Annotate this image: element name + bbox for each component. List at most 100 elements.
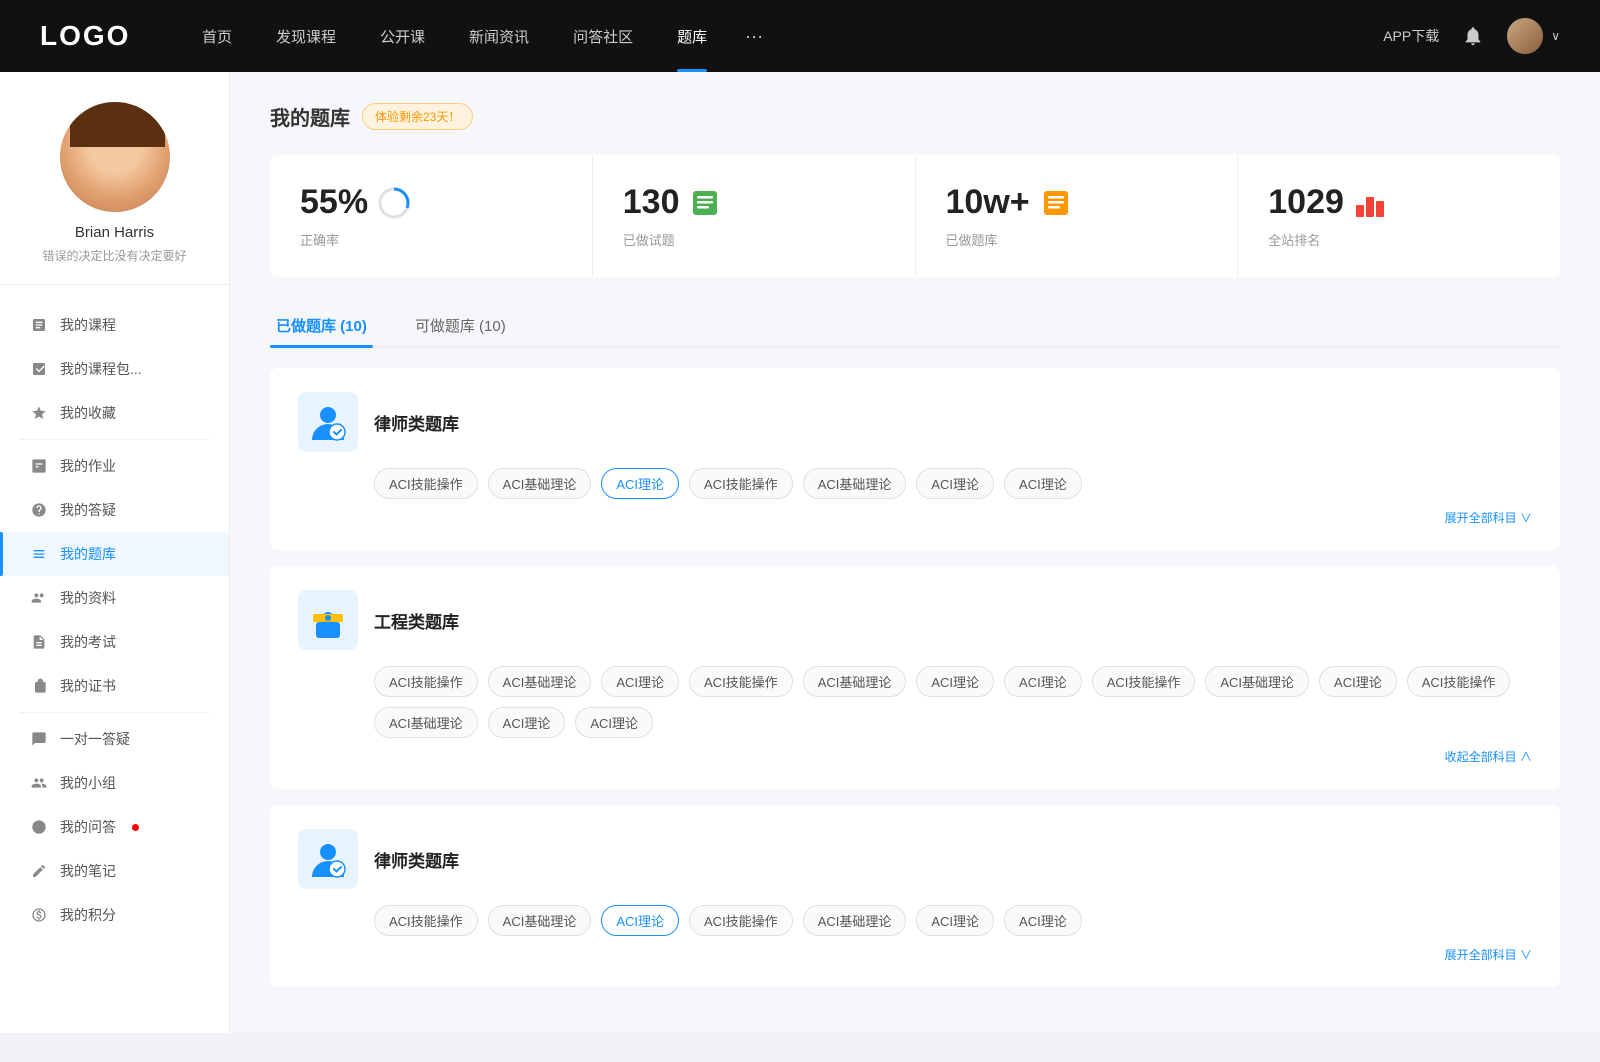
sidebar-item-points[interactable]: 我的积分 — [0, 893, 229, 937]
trial-badge: 体验剩余23天！ — [362, 103, 473, 130]
user-menu-chevron: ∨ — [1551, 29, 1560, 43]
sidebar-item-homework[interactable]: 我的作业 — [0, 444, 229, 488]
qb-title-3: 律师类题库 — [374, 847, 459, 872]
user-name: Brian Harris — [75, 224, 154, 241]
nav-qa[interactable]: 问答社区 — [551, 0, 655, 72]
tag-2-12[interactable]: ACI理论 — [488, 707, 566, 738]
tag-2-5[interactable]: ACI理论 — [916, 666, 994, 697]
tag-1-5[interactable]: ACI理论 — [916, 468, 994, 499]
sidebar-item-bank[interactable]: 我的题库 — [0, 532, 229, 576]
nav-home[interactable]: 首页 — [180, 0, 254, 72]
qb-expand-3[interactable]: 展开全部科目 ∨ — [298, 946, 1532, 963]
engineer-icon — [298, 590, 358, 650]
questions-icon — [689, 187, 721, 219]
sidebar-menu: 我的课程 我的课程包... 我的收藏 我的作业 — [0, 295, 229, 945]
sidebar-item-qa2[interactable]: 我的问答 — [0, 805, 229, 849]
qb-title-1: 律师类题库 — [374, 410, 459, 435]
tag-3-0[interactable]: ACI技能操作 — [374, 905, 478, 936]
tag-2-1[interactable]: ACI基础理论 — [488, 666, 592, 697]
sidebar: Brian Harris 错误的决定比没有决定要好 我的课程 我的课程包... — [0, 72, 230, 1033]
rank-icon — [1354, 187, 1386, 219]
qa2-dot — [132, 824, 139, 831]
tab-done[interactable]: 已做题库 (10) — [270, 305, 373, 346]
tag-2-4[interactable]: ACI基础理论 — [803, 666, 907, 697]
sidebar-label-notes: 我的笔记 — [60, 861, 116, 881]
material-icon — [30, 589, 48, 607]
sidebar-item-group[interactable]: 我的小组 — [0, 761, 229, 805]
tag-1-0[interactable]: ACI技能操作 — [374, 468, 478, 499]
menu-divider-2 — [20, 712, 209, 713]
page-title: 我的题库 — [270, 102, 350, 131]
qb-expand-1[interactable]: 展开全部科目 ∨ — [298, 509, 1532, 526]
qb-tags-3: ACI技能操作 ACI基础理论 ACI理论 ACI技能操作 ACI基础理论 AC… — [298, 905, 1532, 936]
tabs: 已做题库 (10) 可做题库 (10) — [270, 305, 1560, 348]
user-profile: Brian Harris 错误的决定比没有决定要好 — [0, 102, 229, 285]
stat-rank: 1029 全站排名 — [1238, 155, 1560, 277]
tag-2-9[interactable]: ACI理论 — [1319, 666, 1397, 697]
tag-2-7[interactable]: ACI技能操作 — [1092, 666, 1196, 697]
sidebar-item-notes[interactable]: 我的笔记 — [0, 849, 229, 893]
sidebar-item-package[interactable]: 我的课程包... — [0, 347, 229, 391]
user-avatar — [60, 102, 170, 212]
tag-2-0[interactable]: ACI技能操作 — [374, 666, 478, 697]
tag-3-1[interactable]: ACI基础理论 — [488, 905, 592, 936]
stat-accuracy-label: 正确率 — [300, 230, 562, 249]
homework-icon — [30, 457, 48, 475]
tag-3-6[interactable]: ACI理论 — [1004, 905, 1082, 936]
sidebar-item-favorites[interactable]: 我的收藏 — [0, 391, 229, 435]
logo: LOGO — [40, 20, 140, 52]
tag-1-4[interactable]: ACI基础理论 — [803, 468, 907, 499]
qb-title-2: 工程类题库 — [374, 608, 459, 633]
notification-bell[interactable] — [1459, 22, 1487, 50]
sidebar-label-exam: 我的考试 — [60, 632, 116, 652]
sidebar-item-qa[interactable]: 我的答疑 — [0, 488, 229, 532]
user-menu[interactable]: ∨ — [1507, 18, 1560, 54]
tag-2-10[interactable]: ACI技能操作 — [1407, 666, 1511, 697]
nav-open-course[interactable]: 公开课 — [358, 0, 447, 72]
tag-3-2[interactable]: ACI理论 — [601, 905, 679, 936]
nav-news[interactable]: 新闻资讯 — [447, 0, 551, 72]
qb-expand-2[interactable]: 收起全部科目 ∧ — [298, 748, 1532, 765]
nav-discover[interactable]: 发现课程 — [254, 0, 358, 72]
stat-done-banks-label: 已做题库 — [946, 230, 1208, 249]
lawyer-icon-2 — [298, 829, 358, 889]
nav-bank[interactable]: 题库 — [655, 0, 729, 72]
tag-2-6[interactable]: ACI理论 — [1004, 666, 1082, 697]
sidebar-item-oneone[interactable]: 一对一答疑 — [0, 717, 229, 761]
nav-more[interactable]: ··· — [729, 26, 779, 47]
app-download-button[interactable]: APP下载 — [1383, 26, 1439, 46]
tag-3-4[interactable]: ACI基础理论 — [803, 905, 907, 936]
header: LOGO 首页 发现课程 公开课 新闻资讯 问答社区 题库 ··· APP下载 … — [0, 0, 1600, 72]
qa-icon — [30, 501, 48, 519]
tag-3-3[interactable]: ACI技能操作 — [689, 905, 793, 936]
tag-1-1[interactable]: ACI基础理论 — [488, 468, 592, 499]
sidebar-item-cert[interactable]: 我的证书 — [0, 664, 229, 708]
sidebar-item-material[interactable]: 我的资料 — [0, 576, 229, 620]
stat-accuracy: 55% 正确率 — [270, 155, 593, 277]
tag-1-6[interactable]: ACI理论 — [1004, 468, 1082, 499]
tag-2-11[interactable]: ACI基础理论 — [374, 707, 478, 738]
stat-done-banks-value: 10w+ — [946, 183, 1030, 222]
tag-2-2[interactable]: ACI理论 — [601, 666, 679, 697]
stats-bar: 55% 正确率 130 — [270, 155, 1560, 277]
sidebar-item-course[interactable]: 我的课程 — [0, 303, 229, 347]
tag-1-3[interactable]: ACI技能操作 — [689, 468, 793, 499]
tag-2-8[interactable]: ACI基础理论 — [1205, 666, 1309, 697]
stat-rank-value: 1029 — [1268, 183, 1344, 222]
qa2-icon — [30, 818, 48, 836]
sidebar-item-exam[interactable]: 我的考试 — [0, 620, 229, 664]
package-icon — [30, 360, 48, 378]
menu-divider-1 — [20, 439, 209, 440]
note-icon — [30, 862, 48, 880]
stat-rank-label: 全站排名 — [1268, 230, 1530, 249]
nav: 首页 发现课程 公开课 新闻资讯 问答社区 题库 ··· — [180, 0, 1343, 72]
header-avatar — [1507, 18, 1543, 54]
qb-card-lawyer-1: 律师类题库 ACI技能操作 ACI基础理论 ACI理论 ACI技能操作 ACI基… — [270, 368, 1560, 550]
tag-3-5[interactable]: ACI理论 — [916, 905, 994, 936]
oneone-icon — [30, 730, 48, 748]
tag-2-3[interactable]: ACI技能操作 — [689, 666, 793, 697]
tag-1-2[interactable]: ACI理论 — [601, 468, 679, 499]
tab-available[interactable]: 可做题库 (10) — [409, 305, 512, 346]
tag-2-13[interactable]: ACI理论 — [575, 707, 653, 738]
main-content: 我的题库 体验剩余23天！ 55% 正确率 13 — [230, 72, 1600, 1033]
